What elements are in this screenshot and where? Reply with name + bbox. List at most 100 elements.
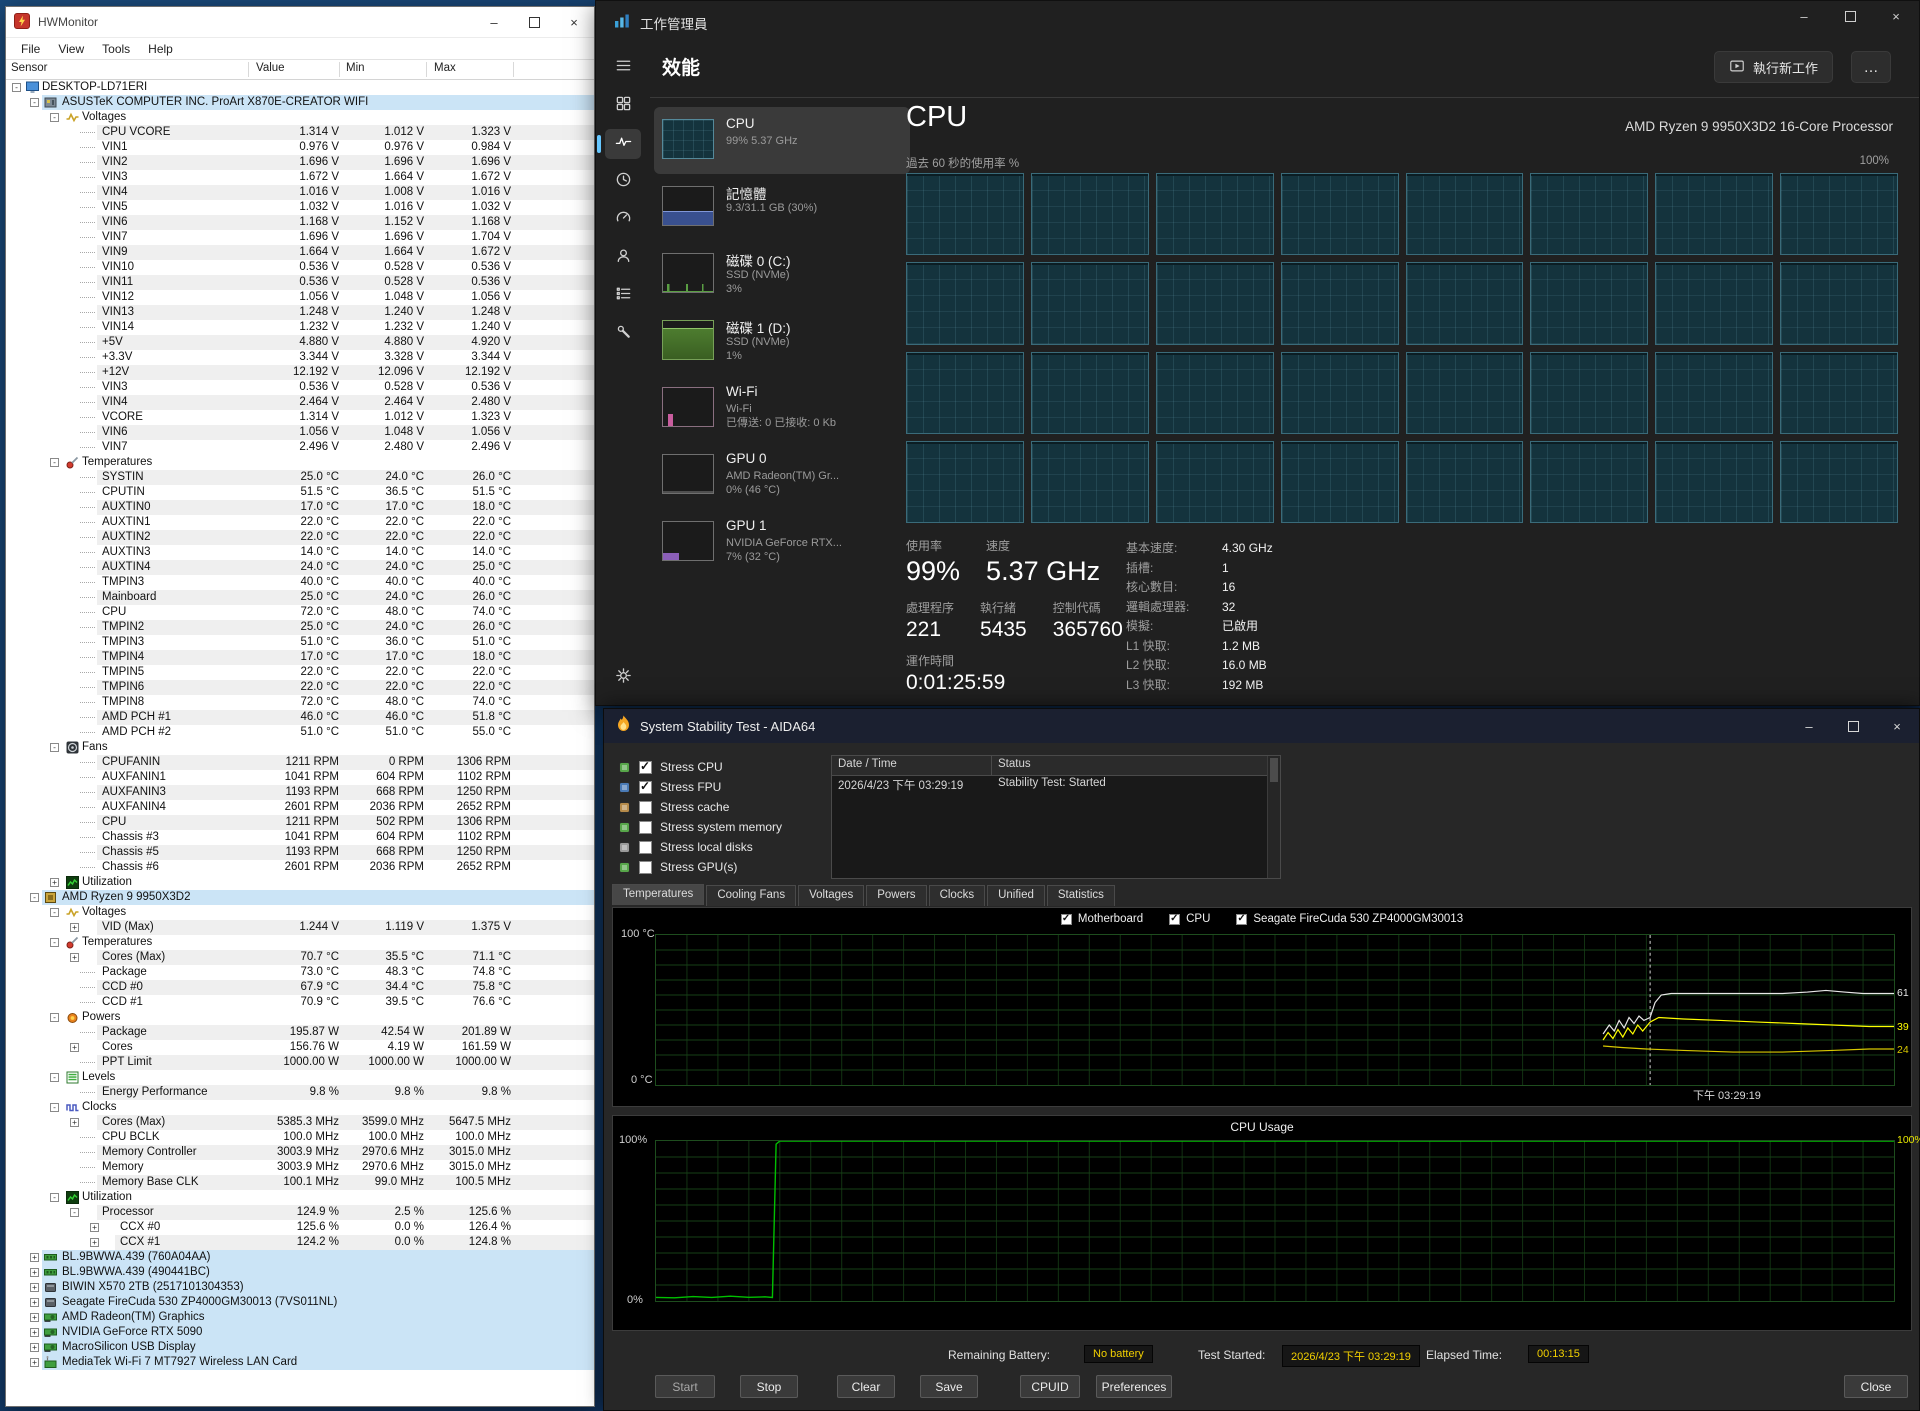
table-row[interactable]: CCD #067.9 °C34.4 °C75.8 °C (6, 980, 594, 995)
rail-startup-apps[interactable] (605, 205, 641, 235)
stress-option[interactable]: Stress system memory (618, 817, 782, 837)
tree-expander[interactable]: - (50, 458, 59, 467)
table-row[interactable]: AUXTIN122.0 °C22.0 °C22.0 °C (6, 515, 594, 530)
hwmonitor-maximize-button[interactable] (514, 7, 554, 37)
rail-performance[interactable] (605, 129, 641, 159)
table-row[interactable]: CPUTIN51.5 °C36.5 °C51.5 °C (6, 485, 594, 500)
stress-checkbox[interactable] (639, 841, 652, 854)
table-row[interactable]: +BL.9BWWA.439 (490441BC) (6, 1265, 594, 1280)
stress-checkbox[interactable] (639, 801, 652, 814)
stress-checkbox[interactable] (639, 861, 652, 874)
table-row[interactable]: AMD PCH #251.0 °C51.0 °C55.0 °C (6, 725, 594, 740)
table-row[interactable]: +BIWIN X570 2TB (2517101304353) (6, 1280, 594, 1295)
table-row[interactable]: VIN41.016 V1.008 V1.016 V (6, 185, 594, 200)
tab-temperatures[interactable]: Temperatures (612, 884, 704, 905)
table-row[interactable]: Chassis #31041 RPM604 RPM1102 RPM (6, 830, 594, 845)
table-row[interactable]: Memory Base CLK100.1 MHz99.0 MHz100.5 MH… (6, 1175, 594, 1190)
column-min[interactable]: Min (346, 62, 365, 74)
tree-expander[interactable]: + (30, 1268, 39, 1277)
tree-expander[interactable]: - (30, 893, 39, 902)
tree-expander[interactable]: - (50, 938, 59, 947)
table-row[interactable]: SYSTIN25.0 °C24.0 °C26.0 °C (6, 470, 594, 485)
table-row[interactable]: +Utilization (6, 875, 594, 890)
tab-clocks[interactable]: Clocks (929, 885, 986, 906)
table-row[interactable]: +Cores (Max)70.7 °C35.5 °C71.1 °C (6, 950, 594, 965)
table-row[interactable]: TMPIN340.0 °C40.0 °C40.0 °C (6, 575, 594, 590)
legend-checkbox[interactable] (1061, 914, 1072, 925)
table-row[interactable]: VIN71.696 V1.696 V1.704 V (6, 230, 594, 245)
tab-voltages[interactable]: Voltages (798, 885, 864, 906)
table-row[interactable]: VIN131.248 V1.240 V1.248 V (6, 305, 594, 320)
table-row[interactable]: AUXTIN222.0 °C22.0 °C22.0 °C (6, 530, 594, 545)
tree-expander[interactable]: + (30, 1358, 39, 1367)
table-row[interactable]: TMPIN351.0 °C36.0 °C51.0 °C (6, 635, 594, 650)
tree-expander[interactable]: + (70, 923, 79, 932)
table-row[interactable]: TMPIN872.0 °C48.0 °C74.0 °C (6, 695, 594, 710)
tree-expander[interactable]: - (50, 1103, 59, 1112)
column-separator[interactable] (248, 62, 249, 77)
tree-expander[interactable]: + (90, 1223, 99, 1232)
log-scrollbar[interactable] (1267, 756, 1280, 878)
table-row[interactable]: Memory3003.9 MHz2970.6 MHz3015.0 MHz (6, 1160, 594, 1175)
hwmonitor-minimize-button[interactable]: – (474, 7, 514, 37)
table-row[interactable]: AUXFANIN11041 RPM604 RPM1102 RPM (6, 770, 594, 785)
table-row[interactable]: +Cores156.76 W4.19 W161.59 W (6, 1040, 594, 1055)
rail-details[interactable] (605, 281, 641, 311)
log-column-datetime[interactable]: Date / Time (832, 756, 992, 775)
table-row[interactable]: +CCX #0125.6 %0.0 %126.4 % (6, 1220, 594, 1235)
tree-expander[interactable]: - (50, 1073, 59, 1082)
legend-checkbox[interactable] (1169, 914, 1180, 925)
table-row[interactable]: Package73.0 °C48.3 °C74.8 °C (6, 965, 594, 980)
table-row[interactable]: CCD #170.9 °C39.5 °C76.6 °C (6, 995, 594, 1010)
table-row[interactable]: CPUFANIN1211 RPM0 RPM1306 RPM (6, 755, 594, 770)
tab-unified[interactable]: Unified (987, 885, 1045, 906)
tree-expander[interactable]: - (30, 98, 39, 107)
table-row[interactable]: VIN110.536 V0.528 V0.536 V (6, 275, 594, 290)
table-row[interactable]: CPU VCORE1.314 V1.012 V1.323 V (6, 125, 594, 140)
tree-expander[interactable]: + (30, 1328, 39, 1337)
table-row[interactable]: Memory Controller3003.9 MHz2970.6 MHz301… (6, 1145, 594, 1160)
table-row[interactable]: AUXFANIN42601 RPM2036 RPM2652 RPM (6, 800, 594, 815)
table-row[interactable]: +VID (Max)1.244 V1.119 V1.375 V (6, 920, 594, 935)
table-row[interactable]: Mainboard25.0 °C24.0 °C26.0 °C (6, 590, 594, 605)
table-row[interactable]: VIN30.536 V0.528 V0.536 V (6, 380, 594, 395)
table-row[interactable]: CPU72.0 °C48.0 °C74.0 °C (6, 605, 594, 620)
tree-expander[interactable]: - (50, 743, 59, 752)
log-column-status[interactable]: Status (992, 756, 1268, 775)
stress-option[interactable]: Stress GPU(s) (618, 857, 782, 877)
aida64-close-button[interactable]: × (1875, 709, 1919, 743)
table-row[interactable]: TMPIN522.0 °C22.0 °C22.0 °C (6, 665, 594, 680)
table-row[interactable]: AUXTIN424.0 °C24.0 °C25.0 °C (6, 560, 594, 575)
table-row[interactable]: AUXTIN314.0 °C14.0 °C14.0 °C (6, 545, 594, 560)
table-row[interactable]: -Powers (6, 1010, 594, 1025)
tree-expander[interactable]: + (30, 1313, 39, 1322)
stress-checkbox[interactable] (639, 821, 652, 834)
stress-checkbox[interactable] (639, 781, 652, 794)
stress-option[interactable]: Stress cache (618, 797, 782, 817)
table-row[interactable]: -Levels (6, 1070, 594, 1085)
menu-view[interactable]: View (49, 40, 93, 58)
tab-statistics[interactable]: Statistics (1047, 885, 1115, 906)
table-row[interactable]: VIN121.056 V1.048 V1.056 V (6, 290, 594, 305)
tree-expander[interactable]: - (50, 113, 59, 122)
close-button[interactable]: Close (1844, 1375, 1908, 1398)
table-row[interactable]: -Voltages (6, 110, 594, 125)
tree-expander[interactable]: + (30, 1298, 39, 1307)
table-row[interactable]: +CCX #1124.2 %0.0 %124.8 % (6, 1235, 594, 1250)
sidebar-item-磁碟-0-(c:)[interactable]: 磁碟 0 (C:)SSD (NVMe)3% (654, 241, 910, 308)
task-manager-titlebar[interactable]: 工作管理員 – × (596, 1, 1919, 45)
column-max[interactable]: Max (434, 62, 456, 74)
table-row[interactable]: -Utilization (6, 1190, 594, 1205)
table-row[interactable]: -DESKTOP-LD71ERI (6, 80, 594, 95)
aida64-minimize-button[interactable]: – (1787, 709, 1831, 743)
table-row[interactable]: VIN51.032 V1.016 V1.032 V (6, 200, 594, 215)
cpuid-button[interactable]: CPUID (1020, 1375, 1080, 1398)
table-row[interactable]: -Voltages (6, 905, 594, 920)
table-row[interactable]: PPT Limit1000.00 W1000.00 W1000.00 W (6, 1055, 594, 1070)
tree-expander[interactable]: + (70, 1118, 79, 1127)
preferences-button[interactable]: Preferences (1096, 1375, 1172, 1398)
task-manager-minimize-button[interactable]: – (1781, 1, 1827, 31)
sidebar-item-cpu[interactable]: CPU99% 5.37 GHz (654, 107, 910, 174)
table-row[interactable]: VIN100.536 V0.528 V0.536 V (6, 260, 594, 275)
sidebar-item-磁碟-1-(d:)[interactable]: 磁碟 1 (D:)SSD (NVMe)1% (654, 308, 910, 375)
